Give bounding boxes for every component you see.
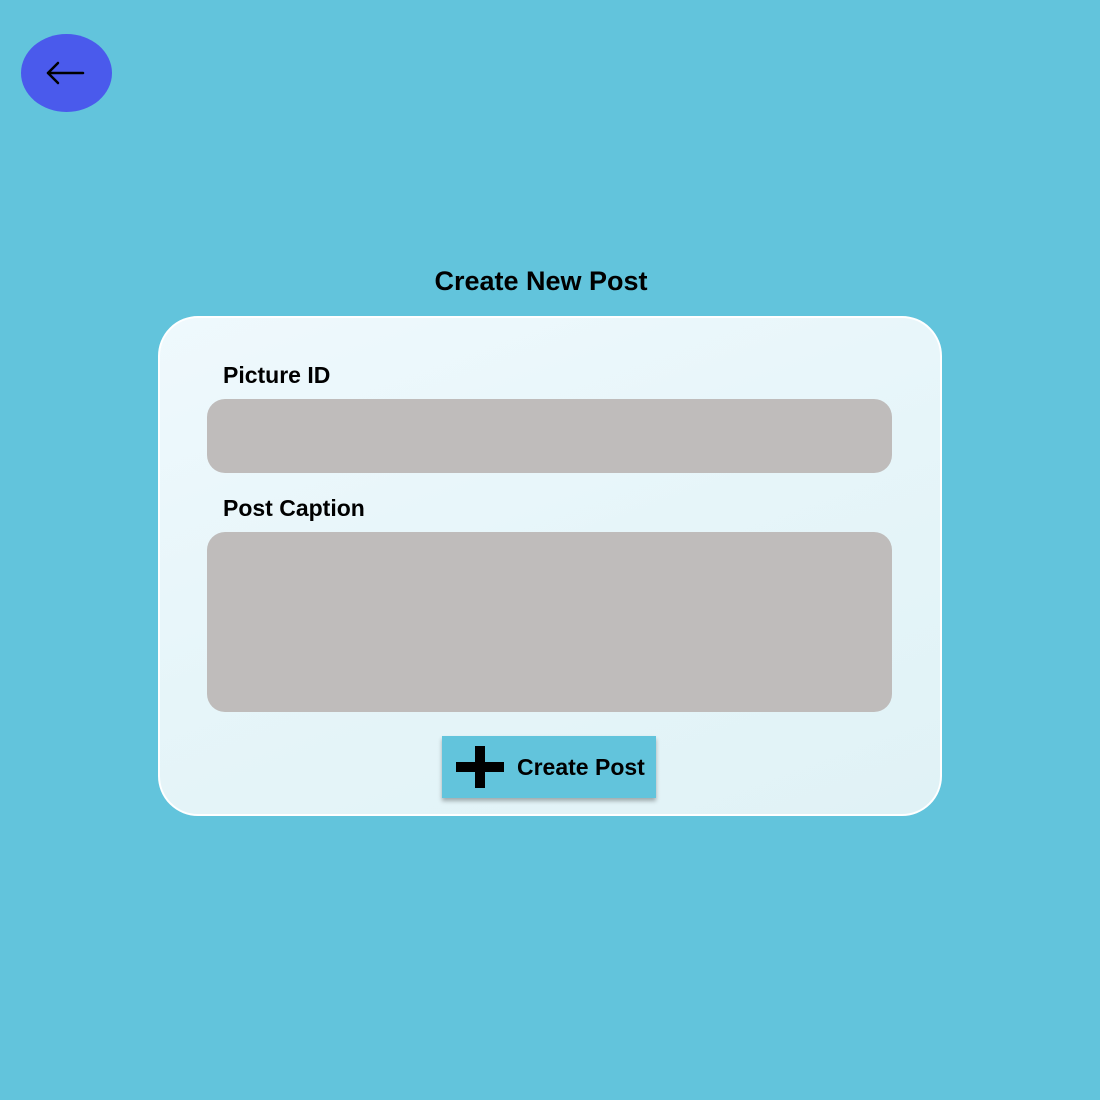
plus-icon [456, 746, 504, 788]
page-title: Create New Post [434, 266, 648, 296]
create-post-button[interactable]: Create Post [442, 736, 656, 798]
arrow-left-icon [46, 61, 84, 85]
back-button[interactable] [21, 34, 112, 112]
picture-id-input[interactable] [207, 399, 892, 473]
create-post-form: Picture ID Post Caption Create Post [158, 316, 942, 816]
post-caption-input[interactable] [207, 532, 892, 712]
post-caption-label: Post Caption [223, 495, 365, 521]
picture-id-label: Picture ID [223, 362, 331, 388]
create-post-button-label: Create Post [517, 753, 645, 780]
